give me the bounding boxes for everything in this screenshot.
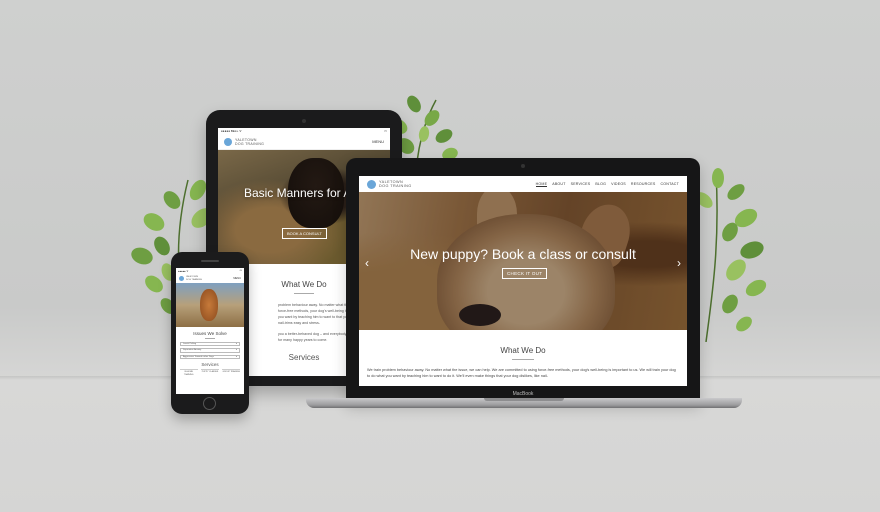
chevron-down-icon: ▾ [235,355,237,358]
phone-device: ●●●●● ᯤ ▭ YALETOWN DOG TRAINING MENU Issu… [171,252,249,414]
nav-resources[interactable]: RESOURCES [631,182,656,187]
paragraph: We train problem behaviour away. No matt… [367,368,676,378]
service-item[interactable]: PUPPY CLASSES [200,369,219,376]
status-signal: ●●●●● BELL ᯤ [221,129,242,133]
phone-screen: ●●●●● ᯤ ▭ YALETOWN DOG TRAINING MENU Issu… [176,268,244,394]
issue-select[interactable]: Separation Anxiety ▾ [180,348,240,353]
service-item[interactable]: GROUP TRAINING [222,369,241,376]
laptop-notch [484,398,564,401]
nav-about[interactable]: ABOUT [552,182,565,187]
check-it-out-button[interactable]: CHECK IT OUT [502,268,548,279]
chevron-down-icon: ▾ [235,349,237,352]
status-signal: ●●●●● ᯤ [178,270,189,273]
logo-line-1: YALETOWN [379,179,404,184]
logo-line-2: DOG TRAINING [235,141,265,146]
nav-services[interactable]: SERVICES [571,182,591,187]
nav-home[interactable]: HOME [535,182,548,187]
tablet-camera [302,119,306,123]
issue-select[interactable]: Aggression Towards other Dogs ▾ [180,354,240,360]
issue-select[interactable]: Leash Pulling ▾ [180,341,240,347]
site-logo[interactable]: YALETOWN DOG TRAINING [179,276,202,281]
divider [512,359,534,360]
divider [205,338,215,339]
laptop-camera [521,164,525,168]
paw-icon [224,137,232,146]
menu-button[interactable]: MENU [233,277,241,280]
laptop-device: YALETOWN DOG TRAINING HOME ABOUT SERVICES… [346,158,700,402]
nav-blog[interactable]: BLOG [595,182,606,187]
book-consult-button[interactable]: BOOK A CONSULT [282,228,327,239]
divider [294,293,314,294]
phone-header: YALETOWN DOG TRAINING MENU [176,274,244,283]
logo-line-2: DOG TRAINING [186,278,203,281]
macbook-label: MacBook [512,391,534,397]
tablet-header: YALETOWN DOG TRAINING MENU [218,134,390,150]
section-title: Issues We Solve [193,331,227,336]
hero-title: New puppy? Book a class or consult [410,246,636,262]
chevron-down-icon: ▾ [235,342,237,345]
logo-line-2: DOG TRAINING [379,184,412,188]
paw-icon [179,276,184,281]
laptop-screen: YALETOWN DOG TRAINING HOME ABOUT SERVICES… [359,176,687,386]
menu-button[interactable]: MENU [372,139,384,144]
phone-content: Issues We Solve Leash Pulling ▾ Separatio… [176,327,244,376]
phone-speaker [201,260,219,262]
nav-contact[interactable]: CONTACT [660,182,679,187]
nav-videos[interactable]: VIDEOS [611,182,626,187]
hero-carousel: ‹ › New puppy? Book a class or consult C… [359,192,687,330]
services-list: IN-HOME TRAINING PUPPY CLASSES GROUP TRA… [176,367,244,376]
service-item[interactable]: IN-HOME TRAINING [179,369,198,376]
section-title: What We Do [500,346,546,355]
home-button[interactable] [203,397,216,410]
battery-icon: ▭ [239,269,242,272]
phone-hero [176,283,244,327]
laptop-content: What We Do We train problem behaviour aw… [359,330,687,379]
site-logo[interactable]: YALETOWN DOG TRAINING [367,179,412,189]
dog-photo [200,289,218,321]
main-nav: HOME ABOUT SERVICES BLOG VIDEOS RESOURCE… [535,182,679,187]
laptop-header: YALETOWN DOG TRAINING HOME ABOUT SERVICES… [359,176,687,192]
battery-icon: ▭ [384,129,387,133]
site-logo[interactable]: YALETOWN DOG TRAINING [224,137,265,146]
paw-icon [367,179,376,189]
